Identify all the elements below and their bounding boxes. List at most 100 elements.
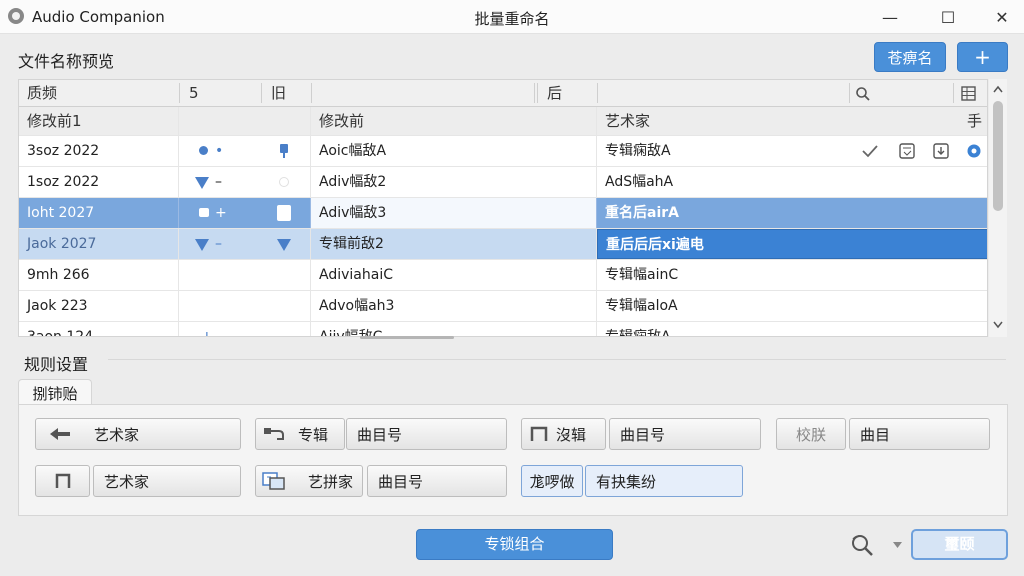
subheader-artist: 艺术家: [605, 112, 651, 130]
search-icon[interactable]: [855, 86, 871, 102]
subheader-before-1: 修改前1: [19, 107, 179, 135]
row-date: 3aon 124: [19, 322, 179, 336]
column-header-after[interactable]: 后: [539, 80, 599, 106]
row-date: 3soz 2022: [19, 136, 179, 166]
arrow-left-icon: [50, 428, 70, 440]
search-icon[interactable]: [849, 533, 877, 557]
filter-icon: [195, 239, 209, 251]
title-bar: Audio Companion 批量重命名 — ☐ ✕: [0, 0, 1024, 34]
row-marker-text: –: [215, 236, 222, 252]
tag-icon: [280, 144, 288, 158]
bracket-icon: [530, 426, 548, 441]
circle-icon: [279, 177, 289, 187]
file-icon: [277, 205, 291, 221]
row-before: Adiv幅敌2: [311, 167, 597, 197]
column-header-5[interactable]: 5: [181, 80, 261, 106]
token-track-number-2[interactable]: 曲目号: [609, 418, 761, 450]
token-track-number[interactable]: 曲目号: [346, 418, 507, 450]
row-marker: +: [179, 198, 311, 228]
table-subheader: 修改前1 修改前 艺术家 手: [19, 107, 987, 136]
table-header: 质频 5 旧 后: [19, 80, 987, 107]
horizontal-scrollbar[interactable]: [360, 336, 454, 339]
row-after: 专辑幅aloA: [605, 298, 678, 314]
row-marker: [179, 260, 311, 290]
info-icon[interactable]: [967, 144, 981, 158]
preview-section-title: 文件名称预览: [18, 52, 115, 71]
row-date: 9mh 266: [19, 260, 179, 290]
token-verify[interactable]: 校朕: [776, 418, 846, 450]
chevron-up-icon[interactable]: [993, 85, 1003, 93]
image-icon: [262, 472, 285, 490]
row-after: 重名后airA: [605, 205, 679, 221]
table-row[interactable]: 3aon 124 + Aiiv幅敌C 专辑痫敌A: [19, 322, 987, 337]
subheader-empty: [179, 107, 311, 135]
column-header-quality[interactable]: 质频: [19, 80, 179, 106]
token-artist[interactable]: 艺术家: [35, 418, 241, 450]
chevron-down-icon[interactable]: [893, 542, 902, 548]
row-before: Aiiv幅敌C: [311, 322, 597, 336]
row-marker: –: [179, 167, 311, 197]
table-row-selected[interactable]: Ioht 2027 + Adiv幅敌3 重名后airA: [19, 198, 987, 229]
scrollbar-thumb[interactable]: [993, 101, 1003, 211]
token-track[interactable]: 曲目: [849, 418, 990, 450]
token-bracket[interactable]: [35, 465, 90, 497]
combine-button[interactable]: 专锁组合: [416, 529, 613, 560]
rename-button[interactable]: 苍痹名: [874, 42, 946, 72]
columns-icon[interactable]: [961, 86, 976, 101]
square-icon: [199, 208, 209, 217]
download-icon[interactable]: [933, 143, 949, 159]
row-marker-text: •: [215, 143, 224, 159]
token-track-number-3[interactable]: 曲目号: [367, 465, 507, 497]
row-marker-text: –: [215, 174, 222, 190]
row-date: Jaok 2027: [19, 229, 179, 259]
edit-icon[interactable]: [899, 143, 915, 159]
token-label: 艺术家: [94, 425, 140, 444]
token-album-icon[interactable]: 专辑: [255, 418, 345, 450]
row-after: 专辑痫敌A: [605, 143, 671, 159]
vertical-scrollbar[interactable]: [989, 79, 1007, 337]
token-label: 沒辑: [556, 425, 587, 444]
table-row-selected[interactable]: Jaok 2027 – 专辑前敌2 重后后后xi遍电: [19, 229, 987, 260]
column-header-old[interactable]: 旧: [263, 80, 313, 106]
subheader-hand: 手: [967, 112, 983, 130]
subheader-before: 修改前: [311, 107, 597, 135]
preview-table: 质频 5 旧 后 修改前1 修改前 艺术家 手 3soz 2022 • Aoic…: [18, 79, 988, 337]
row-marker: •: [179, 136, 311, 166]
row-before: Aoic幅敌A: [311, 136, 597, 166]
close-button[interactable]: ✕: [982, 0, 1022, 34]
row-before: Advo幅ah3: [311, 291, 597, 321]
table-row[interactable]: 9mh 266 AdiviahaiC 专辑幅ainC: [19, 260, 987, 291]
row-before: Adiv幅敌3: [311, 198, 597, 228]
maximize-button[interactable]: ☐: [928, 0, 968, 34]
bracket-icon: [55, 473, 70, 488]
row-before: AdiviahaiC: [311, 260, 597, 290]
chevron-down-icon[interactable]: [993, 321, 1003, 329]
divider: [108, 359, 1006, 360]
row-marker-text: +: [215, 205, 227, 221]
row-after-editing[interactable]: 重后后后xi遍电: [597, 229, 987, 259]
filter-icon: [195, 177, 209, 189]
checkmark-icon[interactable]: [862, 144, 878, 158]
row-after: 专辑痫敌A: [605, 329, 671, 337]
row-date: 1soz 2022: [19, 167, 179, 197]
token-album-2-icon[interactable]: 沒辑: [521, 418, 606, 450]
table-row[interactable]: Jaok 223 Advo幅ah3 专辑幅aloA: [19, 291, 987, 322]
minimize-button[interactable]: —: [870, 0, 910, 34]
token-artist-2[interactable]: 艺术家: [93, 465, 241, 497]
add-button[interactable]: +: [957, 42, 1008, 72]
return-icon: [264, 428, 284, 440]
table-row[interactable]: 3soz 2022 • Aoic幅敌A 专辑痫敌A: [19, 136, 987, 167]
confirm-button[interactable]: 璽颐: [911, 529, 1008, 560]
filter-icon: [277, 239, 291, 251]
token-artist-icon[interactable]: 艺拼家: [255, 465, 363, 497]
dot-icon: [199, 146, 208, 155]
token-separator[interactable]: 尨啰做: [521, 465, 583, 497]
token-collection[interactable]: 有抉集纷: [585, 465, 743, 497]
row-after: AdS幅ahA: [605, 174, 674, 190]
rules-section-title: 规则设置: [24, 355, 89, 374]
token-label: 专辑: [298, 425, 329, 444]
table-row[interactable]: 1soz 2022 – Adiv幅敌2 AdS幅ahA: [19, 167, 987, 198]
row-date: Jaok 223: [19, 291, 179, 321]
row-marker: –: [179, 229, 311, 259]
row-after: 专辑幅ainC: [605, 267, 679, 283]
